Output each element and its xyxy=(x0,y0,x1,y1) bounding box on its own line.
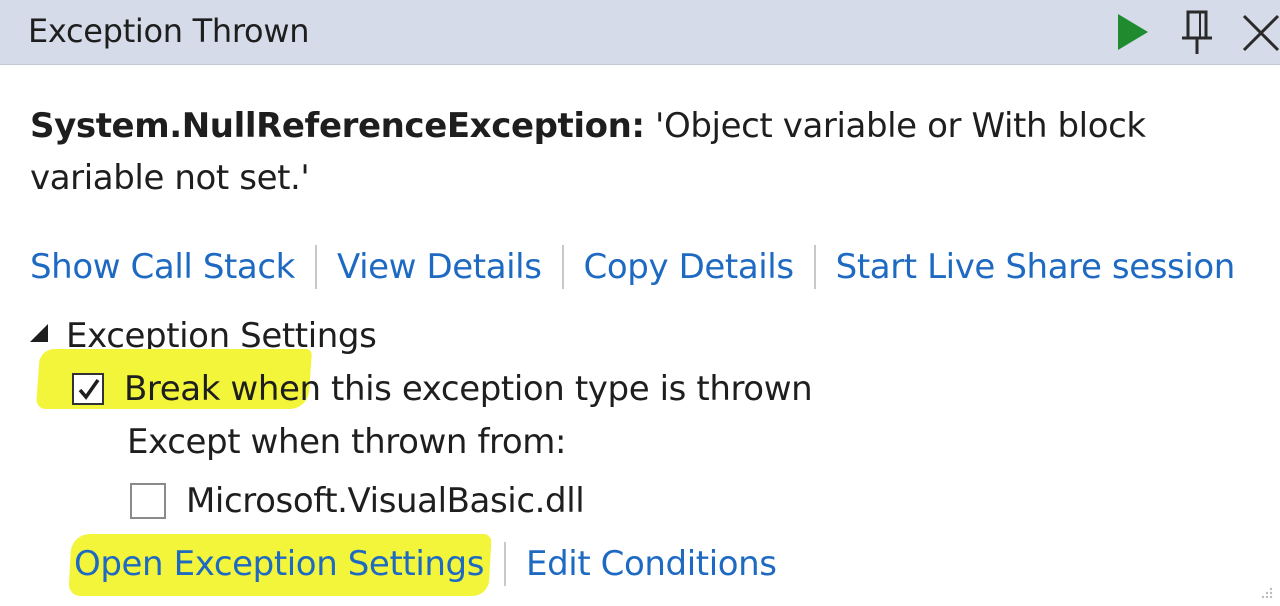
except-when-thrown-label: Except when thrown from: xyxy=(127,422,567,462)
edit-conditions-link[interactable]: Edit Conditions xyxy=(526,544,777,584)
checkmark-icon xyxy=(78,378,100,400)
divider xyxy=(561,245,564,289)
close-button[interactable] xyxy=(1236,8,1280,56)
open-exception-settings-link[interactable]: Open Exception Settings xyxy=(74,544,484,584)
break-when-thrown-label: Break when this exception type is thrown xyxy=(124,369,813,409)
window-title: Exception Thrown xyxy=(28,12,310,50)
exception-helper-body: System.NullReferenceException: 'Object v… xyxy=(0,64,1280,606)
module-checkbox[interactable] xyxy=(130,483,166,519)
view-details-link[interactable]: View Details xyxy=(337,247,542,287)
copy-details-link[interactable]: Copy Details xyxy=(584,247,795,287)
pin-icon xyxy=(1182,10,1212,54)
module-label: Microsoft.VisualBasic.dll xyxy=(186,481,585,521)
play-icon xyxy=(1118,14,1148,50)
exception-message: System.NullReferenceException: 'Object v… xyxy=(30,100,1230,204)
divider xyxy=(504,542,507,586)
break-when-thrown-option[interactable]: Break when this exception type is thrown xyxy=(72,364,813,414)
settings-links: Open Exception Settings Edit Conditions xyxy=(74,534,777,594)
module-option[interactable]: Microsoft.VisualBasic.dll xyxy=(130,476,585,526)
continue-button[interactable] xyxy=(1110,8,1158,56)
title-bar: Exception Thrown xyxy=(0,0,1280,65)
collapse-triangle-icon xyxy=(30,324,48,342)
pin-button[interactable] xyxy=(1174,8,1222,56)
resize-grip-icon[interactable] xyxy=(1260,586,1274,600)
divider xyxy=(314,245,317,289)
exception-type: System.NullReferenceException: xyxy=(30,106,645,146)
show-call-stack-link[interactable]: Show Call Stack xyxy=(30,247,295,287)
divider xyxy=(813,245,816,289)
close-icon xyxy=(1242,14,1280,52)
action-links: Show Call Stack View Details Copy Detail… xyxy=(30,242,1235,292)
live-share-link[interactable]: Start Live Share session xyxy=(836,247,1236,287)
break-when-thrown-checkbox[interactable] xyxy=(72,373,104,405)
